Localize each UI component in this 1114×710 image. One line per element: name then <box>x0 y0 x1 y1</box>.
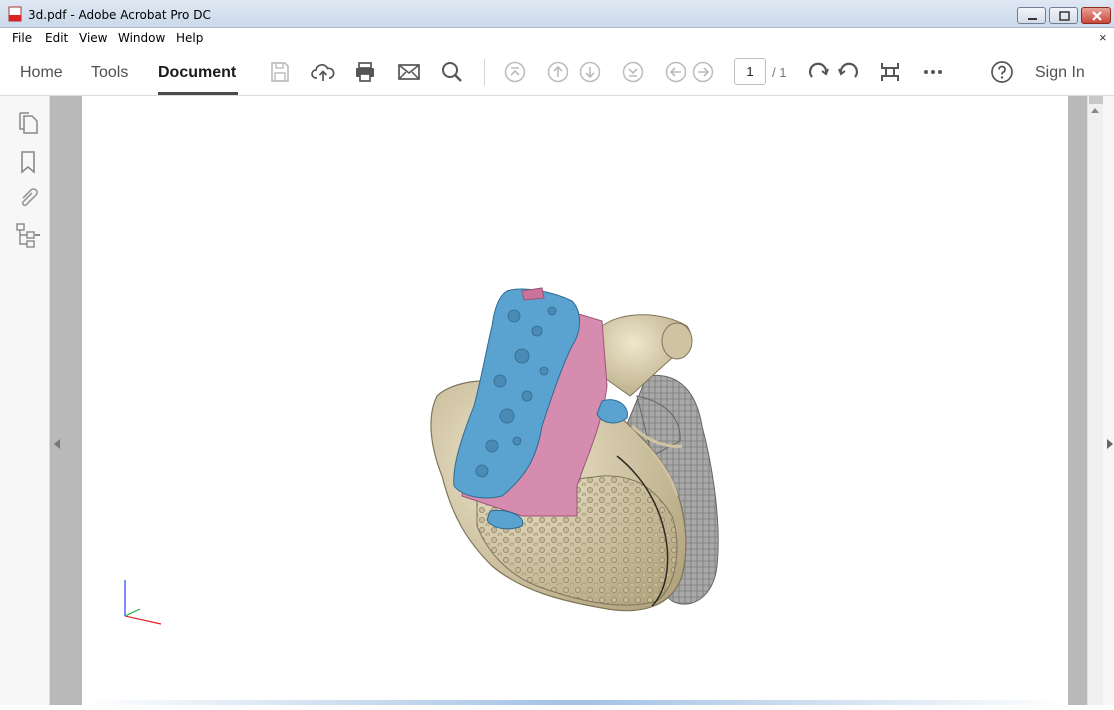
previous-page-icon[interactable] <box>546 60 570 84</box>
vertical-scrollbar[interactable] <box>1087 96 1103 705</box>
scroll-up-icon[interactable] <box>1091 108 1099 113</box>
3d-model-canvas[interactable] <box>82 96 1068 705</box>
right-page-gutter <box>1068 96 1087 705</box>
sign-in-link[interactable]: Sign In <box>1035 64 1085 82</box>
right-tools-pane <box>1103 96 1114 705</box>
attachments-icon[interactable] <box>15 184 41 210</box>
more-icon[interactable] <box>921 60 945 84</box>
restore-button[interactable] <box>1049 7 1078 24</box>
save-icon[interactable] <box>268 60 292 84</box>
next-page-icon[interactable] <box>578 60 602 84</box>
menu-bar: File Edit View Window Help × <box>0 28 1114 49</box>
minimize-button[interactable] <box>1017 7 1046 24</box>
read-mode-icon[interactable] <box>878 60 902 84</box>
menu-help[interactable]: Help <box>176 31 203 45</box>
bookmarks-icon[interactable] <box>15 149 41 175</box>
first-page-icon[interactable] <box>503 60 527 84</box>
tab-document[interactable]: Document <box>158 64 236 82</box>
upload-icon[interactable] <box>311 60 335 84</box>
acrobat-app-icon <box>8 6 22 22</box>
page-total: / 1 <box>772 65 787 80</box>
last-page-icon[interactable] <box>621 60 645 84</box>
collapse-left-pane-icon[interactable] <box>54 439 60 449</box>
close-document-icon[interactable]: × <box>1099 30 1107 45</box>
rotate-clockwise-icon[interactable] <box>807 60 831 84</box>
document-page[interactable] <box>82 96 1068 705</box>
email-icon[interactable] <box>397 60 421 84</box>
forward-icon[interactable] <box>691 60 715 84</box>
scrollbar-thumb[interactable] <box>1089 96 1103 104</box>
main-toolbar: Home Tools Document 1 / 1 Sign In <box>0 49 1114 96</box>
model-tree-icon[interactable] <box>15 222 41 248</box>
page-thumbnails-icon[interactable] <box>15 111 41 137</box>
window-title: 3d.pdf - Adobe Acrobat Pro DC <box>28 8 211 22</box>
menu-view[interactable]: View <box>79 31 107 45</box>
title-bar: 3d.pdf - Adobe Acrobat Pro DC <box>0 0 1114 28</box>
print-icon[interactable] <box>353 60 377 84</box>
back-icon[interactable] <box>664 60 688 84</box>
menu-edit[interactable]: Edit <box>45 31 68 45</box>
search-icon[interactable] <box>440 60 464 84</box>
left-navigation-pane <box>0 96 50 705</box>
left-page-gutter <box>50 96 82 705</box>
3d-axes-gizmo <box>124 580 162 625</box>
help-icon[interactable] <box>990 60 1014 84</box>
expand-right-pane-icon[interactable] <box>1107 439 1113 449</box>
tab-home[interactable]: Home <box>20 64 63 82</box>
close-window-button[interactable] <box>1081 7 1111 24</box>
page-number-input[interactable]: 1 <box>734 58 766 85</box>
page-edge-highlight <box>82 700 1068 705</box>
rotate-counterclockwise-icon[interactable] <box>836 60 860 84</box>
active-tab-indicator <box>158 92 238 95</box>
menu-file[interactable]: File <box>12 31 32 45</box>
toolbar-separator <box>484 59 485 86</box>
tab-tools[interactable]: Tools <box>91 64 128 82</box>
heart-3d-model[interactable] <box>430 287 719 612</box>
menu-window[interactable]: Window <box>118 31 165 45</box>
